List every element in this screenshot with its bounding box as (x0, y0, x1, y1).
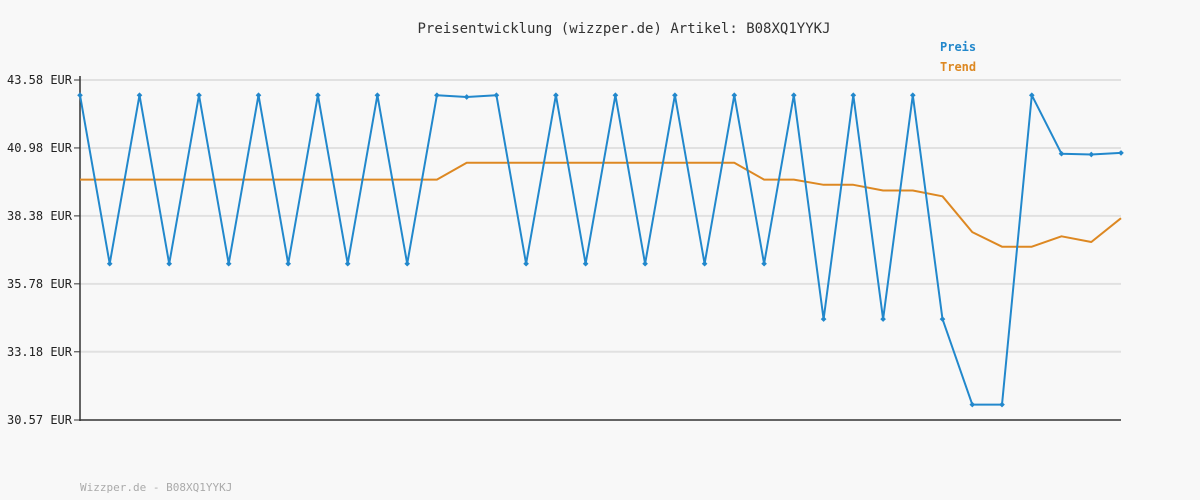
y-tick-label: 43.58 EUR (7, 73, 73, 87)
preis-data-point (582, 260, 589, 267)
preis-data-point (285, 260, 292, 267)
preis-data-point (880, 316, 886, 322)
y-tick-label: 35.78 EUR (7, 277, 73, 291)
preis-data-point (463, 94, 470, 100)
preis-data-point (939, 316, 946, 322)
preis-data-point (225, 260, 232, 267)
preis-data-point (850, 92, 857, 99)
preis-data-point (166, 260, 173, 267)
price-chart-svg: Preisentwicklung (wizzper.de) Artikel: B… (7, 21, 1124, 494)
preis-data-point (136, 92, 143, 99)
preis-data-point (642, 260, 648, 267)
y-tick-label: 38.38 EUR (7, 209, 73, 223)
preis-data-point (1088, 151, 1095, 158)
preis-data-point (790, 92, 797, 99)
preis-data-point (999, 401, 1005, 408)
preis-data-point (344, 260, 351, 267)
preis-data-point (701, 260, 708, 267)
preis-data-point (1118, 150, 1124, 156)
preis-data-point (374, 92, 381, 99)
preis-data-point (909, 92, 916, 99)
preis-data-point (731, 92, 738, 99)
preis-data-point (404, 260, 411, 267)
y-axis-tick-labels: 43.58 EUR 40.98 EUR 38.38 EUR 35.78 EUR 33.1… (7, 73, 80, 427)
preis-data-point (672, 92, 678, 99)
preis-data-point (553, 92, 559, 99)
chart-footer: Wizzper.de - B08XQ1YYKJ (80, 481, 232, 494)
preis-data-point (820, 316, 827, 322)
preis-data-point (106, 260, 113, 267)
preis-data-point (761, 260, 767, 267)
preis-data-point (434, 92, 440, 99)
preis-data-point (493, 92, 500, 99)
preis-data-point (612, 92, 619, 99)
chart-title: Preisentwicklung (wizzper.de) Artikel: B… (417, 21, 830, 37)
preis-data-point (196, 92, 202, 99)
preis-data-point (969, 401, 976, 408)
preis-data-point (315, 92, 321, 99)
legend-trend: Trend (940, 60, 976, 74)
y-tick-label: 33.18 EUR (7, 345, 73, 359)
preis-series-line (79, 94, 1122, 406)
y-tick-label: 30.57 EUR (7, 413, 73, 427)
y-tick-label: 40.98 EUR (7, 141, 73, 155)
series-layer (77, 92, 1124, 408)
preis-data-point (523, 260, 529, 267)
price-chart: Preisentwicklung (wizzper.de) Artikel: B… (0, 0, 1200, 500)
legend-preis: Preis (940, 40, 976, 54)
preis-data-point (255, 92, 262, 99)
preis-data-point (77, 92, 83, 99)
